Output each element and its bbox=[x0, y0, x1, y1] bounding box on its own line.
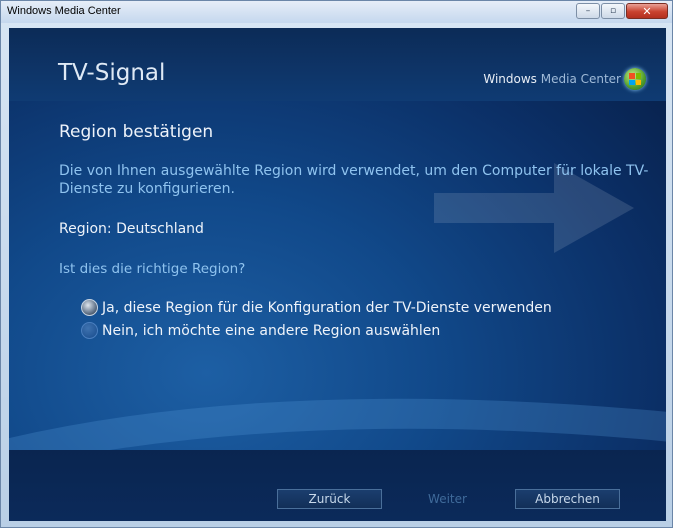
window-controls: – ▫ ✕ bbox=[575, 3, 668, 19]
window-title: Windows Media Center bbox=[7, 5, 121, 17]
brand-light: Media Center bbox=[540, 72, 621, 86]
page-title: TV-Signal bbox=[58, 60, 166, 86]
radio-option-label: Nein, ich möchte eine andere Region ausw… bbox=[102, 322, 441, 339]
minimize-button[interactable]: – bbox=[576, 3, 600, 19]
next-button[interactable]: Weiter bbox=[395, 489, 500, 509]
region-value: Region: Deutschland bbox=[59, 221, 204, 237]
back-button[interactable]: Zurück bbox=[277, 489, 382, 509]
windows-logo-icon bbox=[624, 68, 646, 90]
radio-unselected-icon[interactable] bbox=[81, 322, 98, 339]
region-question: Ist dies die richtige Region? bbox=[59, 261, 246, 277]
radio-option-change[interactable]: Nein, ich möchte eine andere Region ausw… bbox=[81, 322, 440, 339]
maximize-button[interactable]: ▫ bbox=[601, 3, 625, 19]
section-title: Region bestätigen bbox=[59, 122, 214, 142]
media-center-page: TV-Signal Windows Media Center Region be… bbox=[9, 28, 666, 521]
close-button[interactable]: ✕ bbox=[626, 3, 668, 19]
footer-bar bbox=[9, 450, 666, 521]
brand-bold: Windows bbox=[483, 72, 537, 86]
cancel-button[interactable]: Abbrechen bbox=[515, 489, 620, 509]
app-window: Windows Media Center – ▫ ✕ TV-Signal Win… bbox=[0, 0, 673, 528]
radio-selected-icon[interactable] bbox=[81, 299, 98, 316]
radio-option-label: Ja, diese Region für die Konfiguration d… bbox=[102, 299, 552, 316]
title-bar[interactable]: Windows Media Center – ▫ ✕ bbox=[1, 1, 672, 23]
radio-option-confirm[interactable]: Ja, diese Region für die Konfiguration d… bbox=[81, 299, 552, 316]
brand-logo-text: Windows Media Center bbox=[483, 72, 621, 86]
description-text: Die von Ihnen ausgewählte Region wird ve… bbox=[59, 163, 649, 197]
